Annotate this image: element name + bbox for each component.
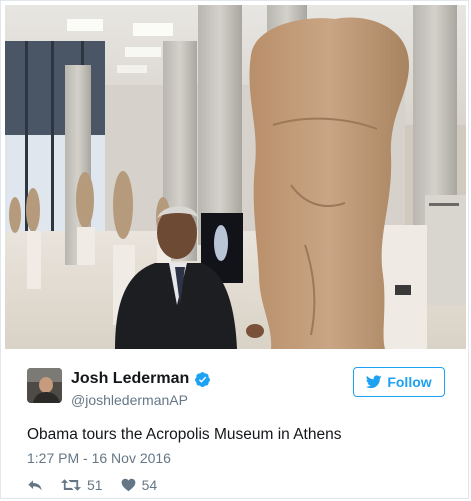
reply-icon: [27, 478, 43, 492]
embedded-tweet-card: Josh Lederman @joshledermanAP Follow Oba…: [0, 0, 469, 499]
tweet-body: Josh Lederman @joshledermanAP Follow Oba…: [1, 353, 468, 498]
tweet-photo[interactable]: [5, 5, 466, 349]
author-name-row[interactable]: Josh Lederman: [71, 369, 211, 389]
follow-button[interactable]: Follow: [353, 367, 445, 397]
reply-button[interactable]: [27, 478, 43, 492]
museum-photo-image: [5, 5, 466, 349]
verified-badge-icon: [194, 371, 211, 388]
twitter-bird-icon: [366, 375, 383, 389]
tweet-text: Obama tours the Acropolis Museum in Athe…: [27, 426, 342, 443]
like-button[interactable]: 54: [121, 477, 158, 493]
tweet-timestamp[interactable]: 1:27 PM - 16 Nov 2016: [27, 449, 171, 467]
author-avatar[interactable]: [27, 368, 62, 403]
like-count: 54: [141, 477, 158, 493]
retweet-icon: [61, 478, 81, 492]
tweet-actions: 51 54: [27, 477, 157, 493]
retweet-button[interactable]: 51: [61, 477, 103, 493]
heart-icon: [121, 478, 136, 492]
author-handle[interactable]: @joshledermanAP: [71, 391, 188, 409]
avatar-image: [27, 368, 62, 403]
retweet-count: 51: [87, 477, 103, 493]
author-display-name[interactable]: Josh Lederman: [71, 369, 189, 389]
follow-button-label: Follow: [387, 374, 432, 390]
